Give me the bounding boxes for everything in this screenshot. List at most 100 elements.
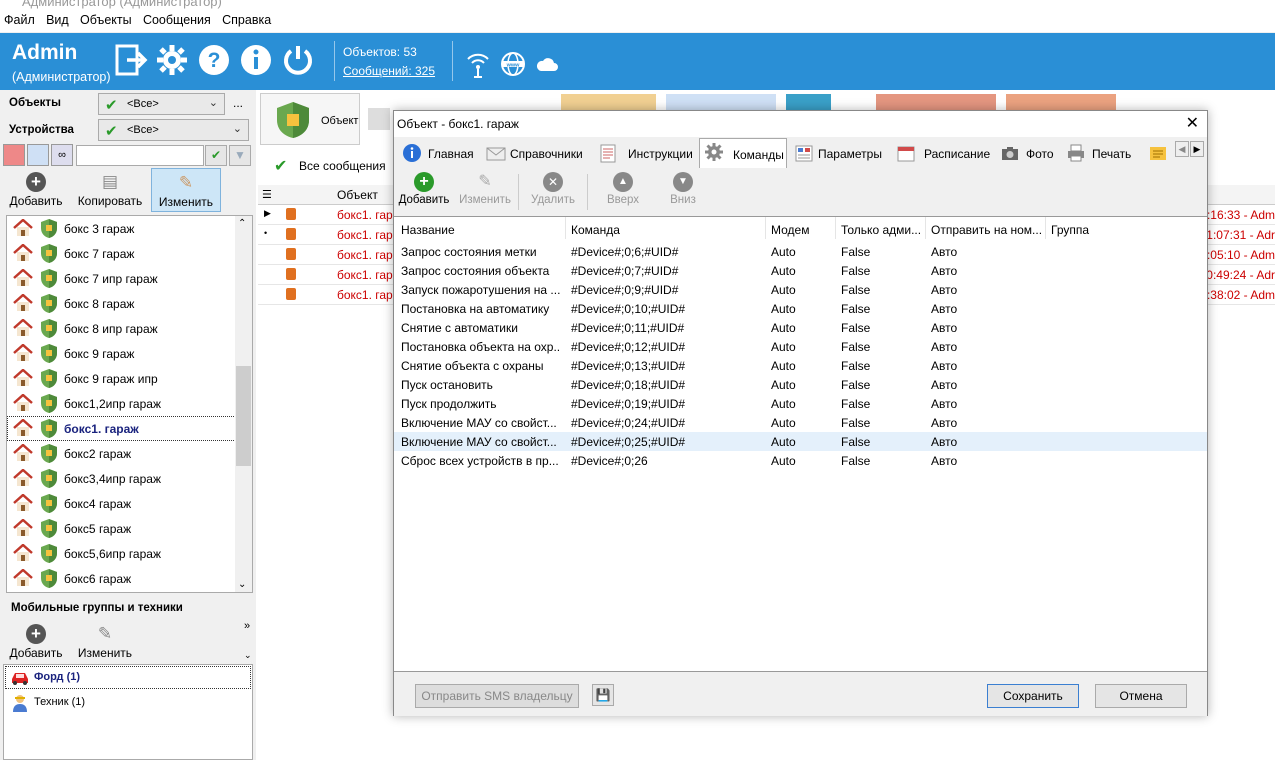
table-row[interactable]: Пуск продолжить #Device#;0;19;#UID# Auto Fa… <box>394 394 1207 413</box>
list-item[interactable]: бокс3,4ипр гараж <box>7 466 252 491</box>
messages-count-link[interactable]: Сообщений: 325 <box>343 64 435 78</box>
table-row[interactable]: Запуск пожаротушения на ... #Device#;0;9;… <box>394 280 1207 299</box>
column-divider[interactable] <box>1045 217 1046 239</box>
object-tab[interactable]: Объект <box>260 93 360 145</box>
column-admin-only[interactable]: Только адми... <box>841 223 921 237</box>
send-sms-button[interactable]: Отправить SMS владельцу <box>415 684 579 708</box>
save-disk-icon[interactable]: 💾 <box>592 684 614 706</box>
alarm-filter-icon[interactable] <box>3 144 25 166</box>
columns-icon[interactable]: ☰ <box>262 188 272 201</box>
cancel-button[interactable]: Отмена <box>1095 684 1187 708</box>
add-mobile-button[interactable]: + Добавить <box>6 624 66 660</box>
table-row[interactable]: Запрос состояния метки #Device#;0;6;#UID#… <box>394 242 1207 261</box>
copy-object-button[interactable]: ▤ Копировать <box>75 172 145 208</box>
mobile-list[interactable]: Форд (1) Техник (1) <box>3 664 253 760</box>
binoculars-icon[interactable]: ∞ <box>51 144 73 166</box>
objects-filter-combo[interactable]: ✔ <Все> ⌄ <box>98 93 225 115</box>
menu-objects[interactable]: Объекты <box>76 10 136 27</box>
tab-photo[interactable]: Фото <box>996 140 1061 166</box>
table-row[interactable]: Запрос состояния объекта #Device#;0;7;#UI… <box>394 261 1207 280</box>
list-item[interactable]: бокс 8 гараж <box>7 291 252 316</box>
list-item[interactable]: бокс2 гараж <box>7 441 252 466</box>
search-input[interactable] <box>76 145 204 166</box>
list-item[interactable]: бокс 8 ипр гараж <box>7 316 252 341</box>
tab-instructions[interactable]: Инструкции <box>594 140 697 166</box>
list-item[interactable]: Техник (1) <box>4 690 252 715</box>
column-divider[interactable] <box>925 217 926 239</box>
list-item[interactable]: бокс5,6ипр гараж <box>7 541 252 566</box>
list-item[interactable]: бокс 9 гараж ипр <box>7 366 252 391</box>
tab-scroll-right-icon[interactable]: ▶ <box>1190 141 1204 157</box>
apply-filter-icon[interactable]: ✔ <box>205 145 227 166</box>
list-item[interactable]: бокс1,2ипр гараж <box>7 391 252 416</box>
list-item[interactable]: бокс1. гараж <box>7 416 252 441</box>
move-down-button[interactable]: ▼ Вниз <box>656 172 710 206</box>
menu-help[interactable]: Справка <box>218 10 275 27</box>
edit-object-button[interactable]: ✎ Изменить <box>151 168 221 212</box>
chevron-down-icon[interactable]: ⌄ <box>244 650 252 661</box>
table-row[interactable]: Постановка на автоматику #Device#;0;10;#U… <box>394 299 1207 318</box>
column-name[interactable]: Название <box>401 223 455 237</box>
objects-list[interactable]: бокс 3 гараж бокс 7 гараж бокс 7 ипр гараж… <box>6 215 253 593</box>
more-button[interactable]: ... <box>233 96 243 110</box>
close-icon[interactable]: ✕ <box>1186 113 1199 133</box>
list-item[interactable]: бокс 9 гараж <box>7 341 252 366</box>
tab-scroll-left-icon[interactable]: ◀ <box>1175 141 1189 157</box>
column-modem[interactable]: Модем <box>771 223 809 237</box>
save-button[interactable]: Сохранить <box>987 684 1079 708</box>
all-messages-button[interactable]: Все сообщения <box>299 159 386 173</box>
table-row[interactable]: Снятие с автоматики #Device#;0;11;#UID# Au… <box>394 318 1207 337</box>
tab-parameters[interactable]: Параметры <box>790 140 888 166</box>
help-icon[interactable]: ? <box>197 43 231 77</box>
list-item[interactable]: Форд (1) <box>4 665 252 690</box>
column-divider[interactable] <box>835 217 836 239</box>
table-row[interactable]: Сброс всех устройств в пр... #Device#;0;2… <box>394 451 1207 470</box>
table-row[interactable]: Включение МАУ со свойст... #Device#;0;25;… <box>394 432 1207 451</box>
menu-view[interactable]: Вид <box>42 10 73 27</box>
list-item[interactable]: бокс4 гараж <box>7 491 252 516</box>
table-row[interactable]: Снятие объекта с охраны #Device#;0;13;#UI… <box>394 356 1207 375</box>
tab-more[interactable] <box>1144 140 1170 166</box>
scroll-up-icon[interactable]: ⌃ <box>238 218 246 229</box>
list-item[interactable]: бокс 7 ипр гараж <box>7 266 252 291</box>
list-item[interactable]: бокс5 гараж <box>7 516 252 541</box>
menu-file[interactable]: Файл <box>0 10 39 27</box>
play-icon[interactable] <box>368 108 390 130</box>
move-up-button[interactable]: ▲ Вверх <box>596 172 650 206</box>
tab-references[interactable]: Справочники <box>482 140 590 166</box>
list-item[interactable]: бокс 7 гараж <box>7 241 252 266</box>
edit-mobile-button[interactable]: ✎ Изменить <box>75 624 135 660</box>
table-row[interactable]: Включение МАУ со свойст... #Device#;0;24;… <box>394 413 1207 432</box>
power-icon[interactable] <box>281 43 315 77</box>
delete-command-button[interactable]: ✕ Удалить <box>525 172 581 206</box>
add-command-button[interactable]: + Добавить <box>397 172 451 206</box>
devices-filter-combo[interactable]: ✔ <Все> ⌄ <box>98 119 249 141</box>
funnel-icon[interactable]: ▼ <box>229 145 251 166</box>
column-send-to-number[interactable]: Отправить на ном... <box>931 223 1042 237</box>
scroll-down-icon[interactable]: ⌄ <box>238 579 246 590</box>
tab-print[interactable]: Печать <box>1062 140 1142 166</box>
edit-command-button[interactable]: ✎ Изменить <box>455 172 515 206</box>
tab-main[interactable]: Главная <box>398 140 480 166</box>
column-group[interactable]: Группа <box>1051 223 1089 237</box>
column-object[interactable]: Объект <box>337 188 378 202</box>
device-filter-icon[interactable] <box>27 144 49 166</box>
menu-messages[interactable]: Сообщения <box>139 10 215 27</box>
tab-commands[interactable]: Команды <box>699 138 787 168</box>
gear-icon[interactable] <box>155 43 189 77</box>
column-divider[interactable] <box>765 217 766 239</box>
info-icon[interactable] <box>239 43 273 77</box>
scroll-thumb[interactable] <box>236 366 251 466</box>
list-item[interactable]: бокс6 гараж <box>7 566 252 591</box>
commands-table-header: Название Команда Модем Только адми... От… <box>394 217 1207 241</box>
column-command[interactable]: Команда <box>571 223 620 237</box>
tab-schedule[interactable]: Расписание <box>892 140 992 166</box>
table-row[interactable]: Постановка объекта на охр... #Device#;0;1… <box>394 337 1207 356</box>
add-object-button[interactable]: + Добавить <box>6 172 66 208</box>
list-item[interactable]: бокс 3 гараж <box>7 216 252 241</box>
expand-icon[interactable]: » <box>244 620 250 632</box>
objects-scrollbar[interactable]: ⌃ ⌄ <box>235 216 252 592</box>
logout-icon[interactable] <box>114 43 148 77</box>
table-row[interactable]: Пуск остановить #Device#;0;18;#UID# Auto Fa… <box>394 375 1207 394</box>
column-divider[interactable] <box>565 217 566 239</box>
